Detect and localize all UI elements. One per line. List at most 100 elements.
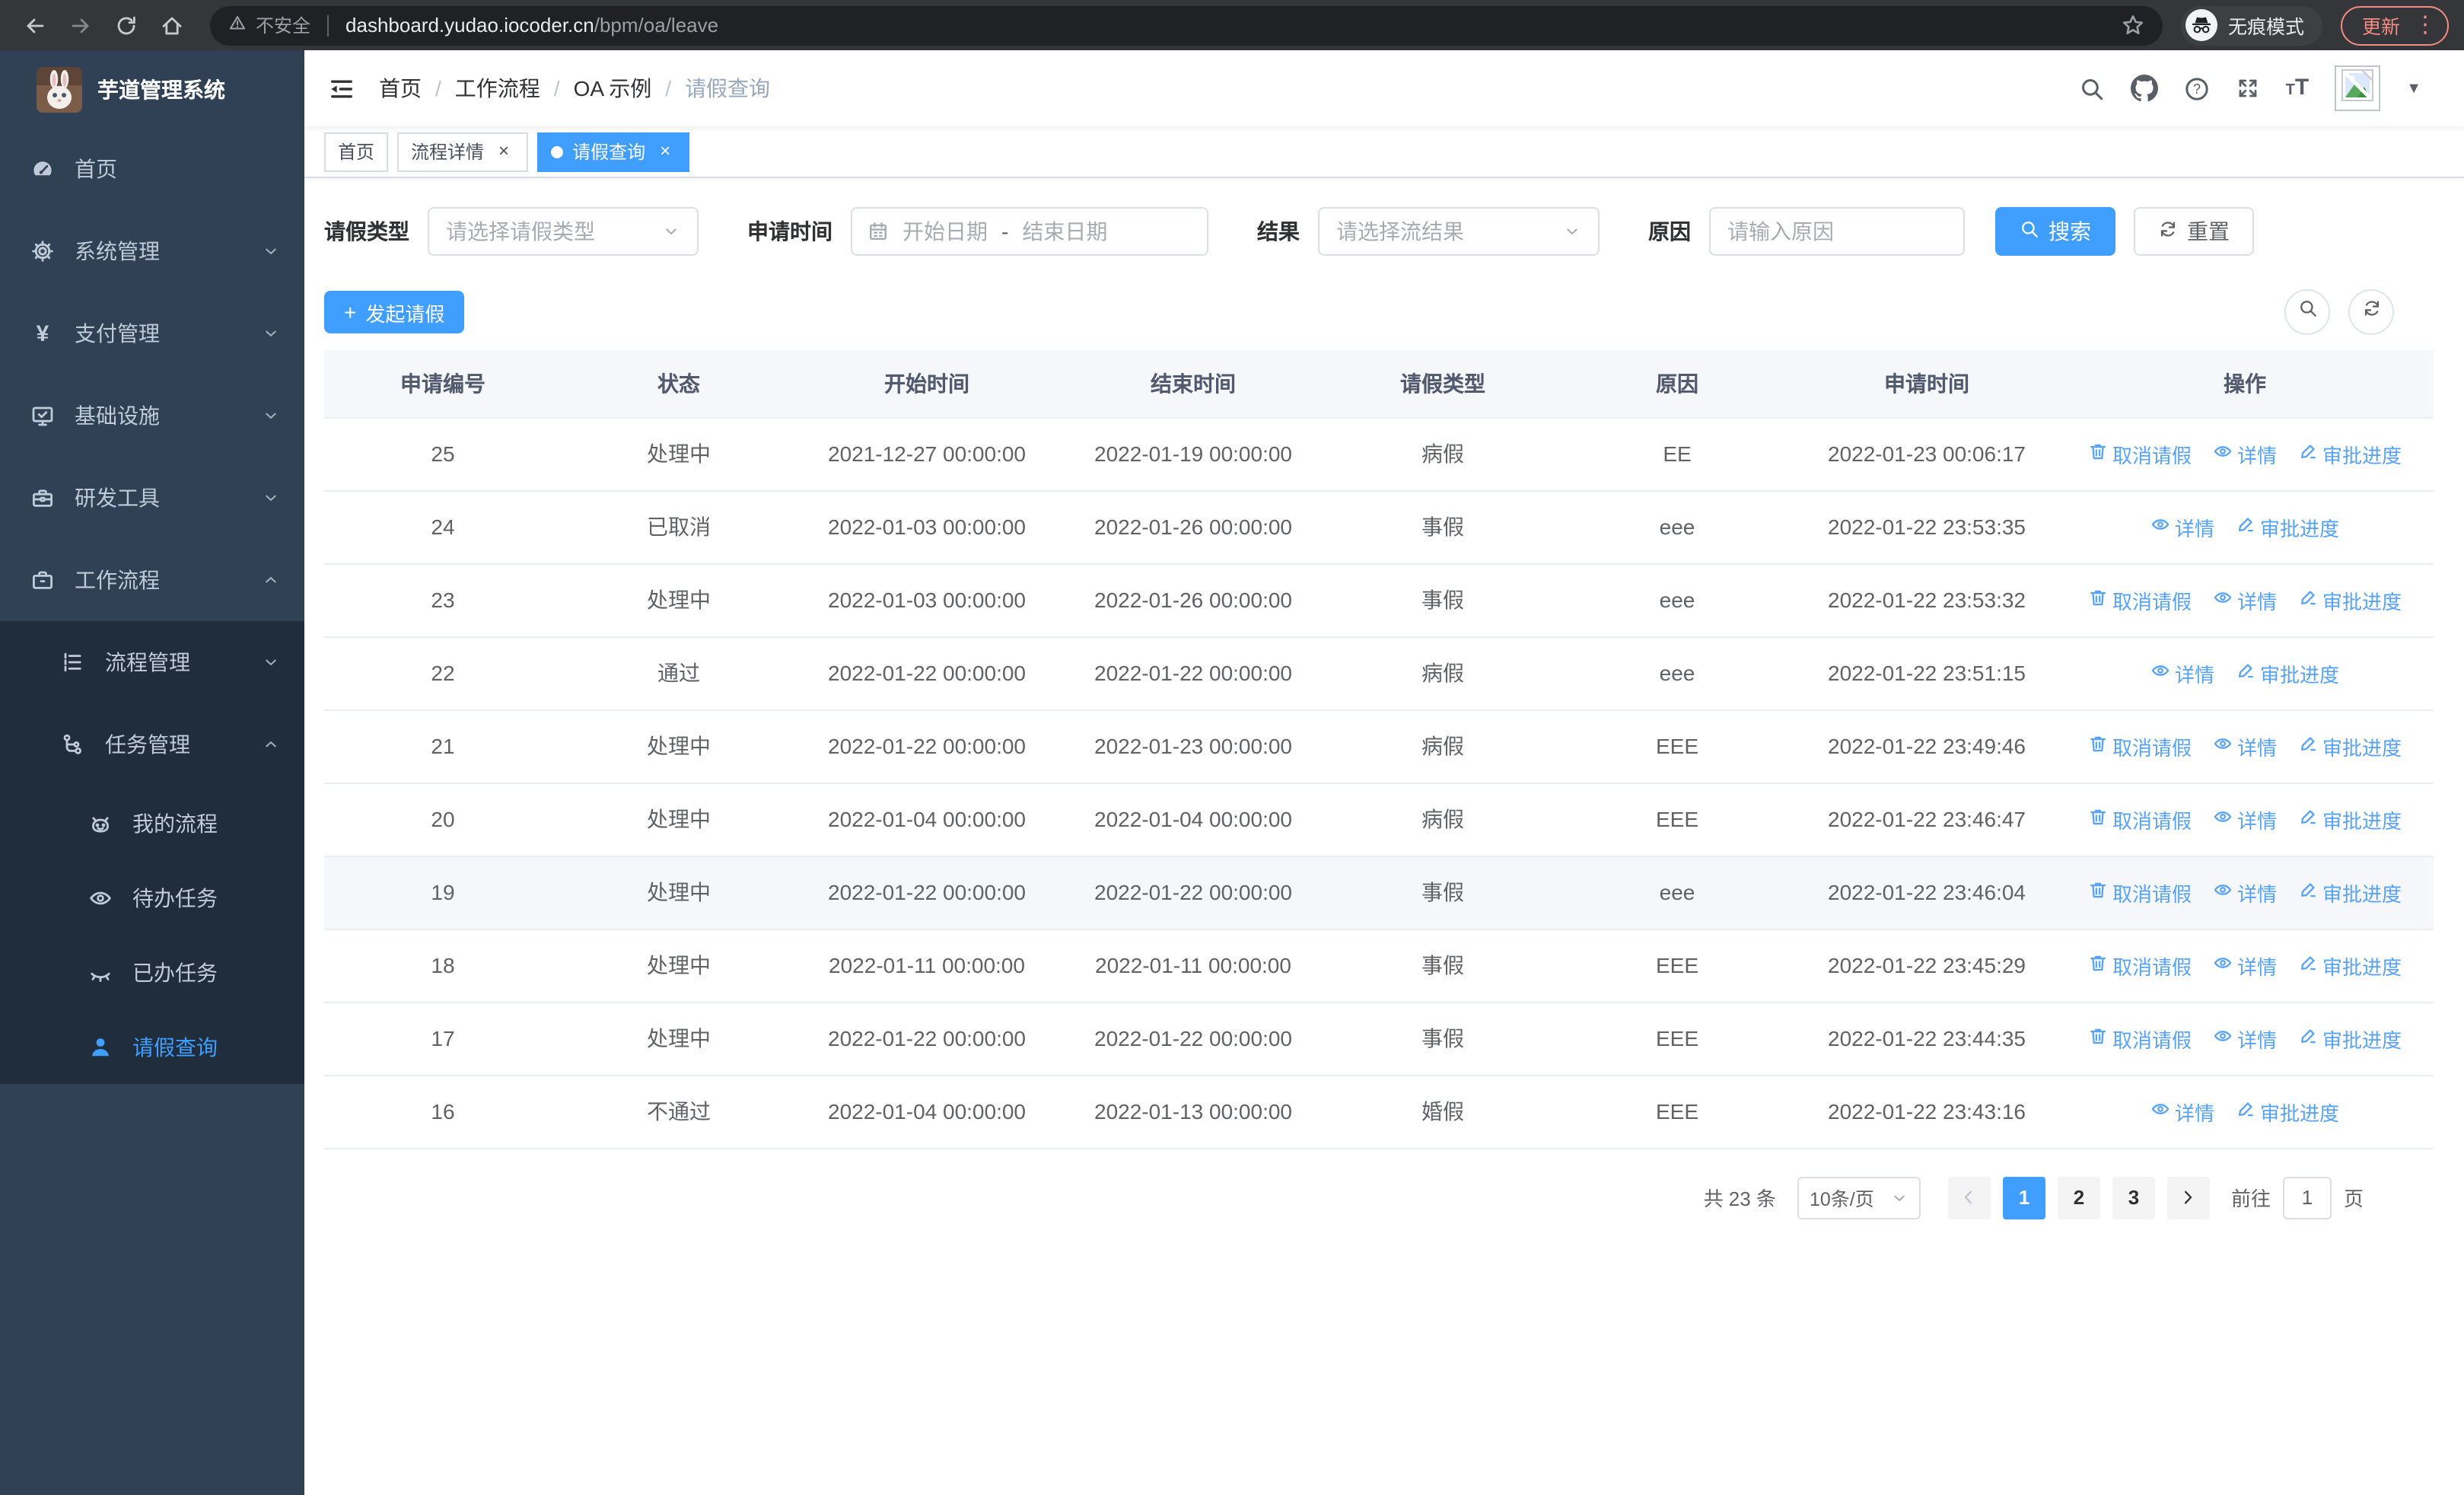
tab-首页[interactable]: 首页 (324, 132, 389, 171)
action-progress-link[interactable]: 审批进度 (2298, 439, 2402, 468)
action-progress-link[interactable]: 审批进度 (2298, 732, 2402, 760)
action-detail-link[interactable]: 详情 (2213, 805, 2277, 834)
action-detail-link[interactable]: 详情 (2213, 1024, 2277, 1053)
sidebar-item-已办任务[interactable]: 已办任务 (0, 935, 304, 1009)
help-icon[interactable]: ? (2184, 75, 2210, 101)
reason-input[interactable]: 请输入原因 (1709, 207, 1965, 256)
goto-page-input[interactable] (2282, 1176, 2332, 1219)
browser-menu-icon[interactable]: ⋮ (2414, 14, 2437, 37)
breadcrumb-item[interactable]: 工作流程 (455, 73, 540, 104)
app-logo[interactable]: 芋道管理系统 (0, 50, 304, 128)
prev-page-button[interactable] (1947, 1176, 1991, 1219)
toggle-search-button[interactable] (2284, 289, 2330, 335)
search-button[interactable]: 搜索 (1995, 207, 2115, 256)
action-detail-link[interactable]: 详情 (2150, 658, 2214, 687)
cell-end: 2022-01-22 00:00:00 (1058, 1002, 1329, 1076)
cell-start: 2022-01-04 00:00:00 (796, 783, 1058, 856)
action-detail-link[interactable]: 详情 (2150, 1097, 2214, 1126)
refresh-table-button[interactable] (2348, 289, 2394, 335)
cell-reason: eee (1557, 856, 1797, 929)
action-progress-link[interactable]: 审批进度 (2298, 878, 2402, 907)
cell-id: 20 (324, 783, 562, 856)
sidebar-item-支付管理[interactable]: ¥ 支付管理 (0, 292, 304, 375)
create-leave-button[interactable]: + 发起请假 (324, 291, 465, 333)
sidebar-item-系统管理[interactable]: 系统管理 (0, 210, 304, 292)
leave-type-select[interactable]: 请选择请假类型 (428, 207, 699, 256)
cell-actions: 详情 审批进度 (2056, 636, 2434, 710)
action-progress-link[interactable]: 审批进度 (2298, 951, 2402, 980)
action-progress-link[interactable]: 审批进度 (2298, 1024, 2402, 1053)
close-icon[interactable]: × (654, 140, 676, 162)
action-progress-link[interactable]: 审批进度 (2236, 1097, 2339, 1126)
page-button-2[interactable]: 2 (2057, 1176, 2100, 1219)
tab-流程详情[interactable]: 流程详情 × (397, 132, 529, 171)
action-cancel-link[interactable]: 取消请假 (2088, 805, 2192, 834)
action-detail-link[interactable]: 详情 (2213, 878, 2277, 907)
browser-back-button[interactable] (15, 5, 55, 45)
fullscreen-icon[interactable] (2236, 76, 2260, 100)
browser-home-button[interactable] (152, 5, 192, 45)
action-cancel-link[interactable]: 取消请假 (2088, 585, 2192, 614)
plus-icon: + (344, 300, 357, 324)
avatar-caret-icon[interactable]: ▼ (2406, 80, 2421, 97)
sidebar-item-工作流程[interactable]: 工作流程 (0, 539, 304, 621)
page-button-3[interactable]: 3 (2112, 1176, 2155, 1219)
sidebar-item-我的流程[interactable]: 我的流程 (0, 786, 304, 860)
sidebar-item-研发工具[interactable]: 研发工具 (0, 457, 304, 539)
action-cancel-link[interactable]: 取消请假 (2088, 732, 2192, 760)
sidebar-item-请假查询[interactable]: 请假查询 (0, 1009, 304, 1084)
table-row: 17 处理中 2022-01-22 00:00:00 2022-01-22 00:00… (324, 1002, 2434, 1076)
breadcrumb: 首页 / 工作流程 / OA 示例 / 请假查询 (379, 73, 770, 104)
flow-icon (61, 732, 85, 757)
cell-start: 2022-01-22 00:00:00 (796, 1002, 1058, 1076)
browser-update-button[interactable]: 更新 ⋮ (2340, 5, 2449, 45)
chevron-up-icon (262, 735, 280, 754)
page-size-select[interactable]: 10条/页 (1797, 1176, 1921, 1219)
action-cancel-link[interactable]: 取消请假 (2088, 951, 2192, 980)
leave-table: 申请编号 状态 开始时间 结束时间 请假类型 原因 申请时间 操作 25 处理中 2021-12-… (324, 350, 2434, 1149)
action-detail-link[interactable]: 详情 (2213, 951, 2277, 980)
action-progress-link[interactable]: 审批进度 (2298, 585, 2402, 614)
action-progress-link[interactable]: 审批进度 (2236, 658, 2339, 687)
action-progress-link[interactable]: 审批进度 (2236, 512, 2339, 541)
search-icon[interactable] (2079, 75, 2105, 101)
cell-end: 2022-01-11 00:00:00 (1058, 929, 1329, 1003)
action-detail-link[interactable]: 详情 (2150, 512, 2214, 541)
action-detail-link[interactable]: 详情 (2213, 439, 2277, 468)
action-cancel-link[interactable]: 取消请假 (2088, 1024, 2192, 1053)
sidebar-toggle-icon[interactable] (329, 75, 355, 101)
tab-请假查询[interactable]: 请假查询 × (537, 132, 690, 171)
sidebar-item-待办任务[interactable]: 待办任务 (0, 860, 304, 935)
action-cancel-link[interactable]: 取消请假 (2088, 878, 2192, 907)
monitor-icon (30, 403, 55, 428)
action-cancel-link[interactable]: 取消请假 (2088, 439, 2192, 468)
browser-forward-button[interactable] (61, 5, 100, 45)
security-chip[interactable]: 不安全 (228, 12, 310, 38)
breadcrumb-item[interactable]: 首页 (379, 73, 422, 104)
sidebar-item-首页[interactable]: 首页 (0, 128, 304, 210)
close-icon[interactable]: × (493, 140, 514, 162)
github-icon[interactable] (2130, 75, 2158, 102)
result-select[interactable]: 请选择流结果 (1318, 207, 1600, 256)
action-detail-link[interactable]: 详情 (2213, 732, 2277, 760)
bookmark-star-icon[interactable] (2122, 14, 2144, 37)
reset-button[interactable]: 重置 (2134, 207, 2254, 256)
address-bar[interactable]: 不安全 dashboard.yudao.iocoder.cn/bpm/oa/le… (210, 5, 2163, 45)
sidebar-item-任务管理[interactable]: 任务管理 (0, 703, 304, 786)
apply-time-range-picker[interactable]: 开始日期 - 结束日期 (851, 207, 1208, 256)
avatar[interactable] (2335, 65, 2381, 111)
cell-start: 2022-01-22 00:00:00 (796, 856, 1058, 929)
cell-start: 2022-01-11 00:00:00 (796, 929, 1058, 1003)
browser-reload-button[interactable] (107, 5, 146, 45)
next-page-button[interactable] (2166, 1176, 2210, 1219)
sidebar-item-流程管理[interactable]: 流程管理 (0, 621, 304, 703)
action-detail-link[interactable]: 详情 (2213, 585, 2277, 614)
font-size-icon[interactable]: TT (2286, 76, 2310, 100)
page-button-1[interactable]: 1 (2002, 1176, 2045, 1219)
column-header: 原因 (1557, 350, 1797, 418)
cell-type: 事假 (1329, 563, 1557, 637)
sidebar-item-基础设施[interactable]: 基础设施 (0, 375, 304, 457)
breadcrumb-item[interactable]: OA 示例 (574, 73, 652, 104)
sidebar-item-label: 任务管理 (105, 732, 190, 757)
action-progress-link[interactable]: 审批进度 (2298, 805, 2402, 834)
